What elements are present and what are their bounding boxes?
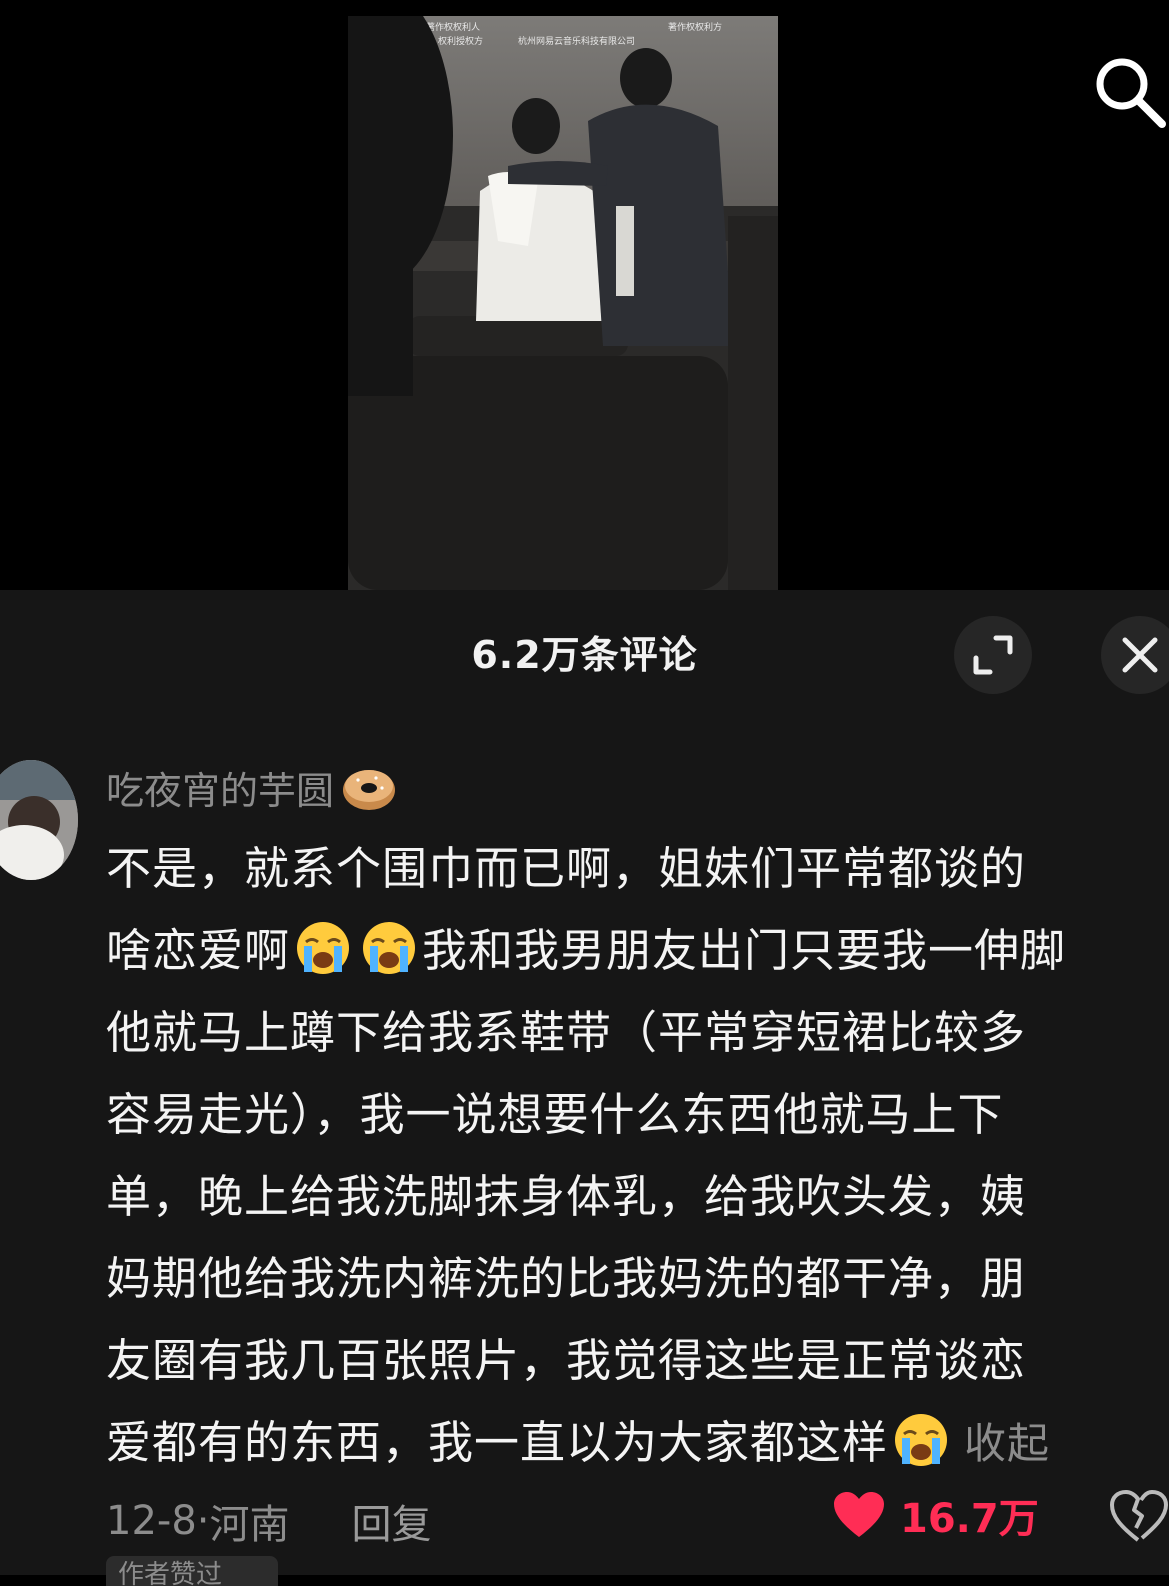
search-icon bbox=[1096, 58, 1166, 128]
comment-line-text: 啥恋爱啊 bbox=[106, 924, 291, 977]
comment-meta: 12-8 · 河南 回复 bbox=[106, 1492, 432, 1550]
heart-filled-icon bbox=[834, 1492, 884, 1537]
video-overlay-text: 权利授权方 bbox=[438, 35, 483, 47]
like-button[interactable]: 16.7万 bbox=[832, 1486, 1039, 1544]
author-liked-badge: 作者赞过 bbox=[106, 1556, 278, 1586]
comments-sheet: 6.2万条评论 吃夜宵的芋圆 不是，就系个围巾而已啊，姐妹们平常都谈的 啥恋爱啊… bbox=[0, 590, 1169, 1586]
search-button[interactable] bbox=[1090, 52, 1169, 132]
comment-line: 爱都有的东西，我一直以为大家都这样 收起 bbox=[106, 1402, 1166, 1485]
username-text: 吃夜宵的芋圆 bbox=[106, 769, 335, 813]
video-overlay-text: 著作权权利人 bbox=[426, 21, 480, 33]
comment-line: 友圈有我几百张照片，我觉得这些是正常谈恋 bbox=[106, 1334, 1027, 1387]
reply-button[interactable]: 回复 bbox=[352, 1492, 432, 1550]
comment-location: 河南 bbox=[209, 1502, 290, 1548]
avatar[interactable] bbox=[0, 760, 78, 880]
comment-line: 不是，就系个围巾而已啊，姐妹们平常都谈的 bbox=[106, 842, 1027, 895]
comment-date: 12-8 bbox=[106, 1498, 197, 1544]
loudly-crying-emoji-icon bbox=[895, 1414, 948, 1466]
dislike-button[interactable] bbox=[1108, 1488, 1168, 1544]
loudly-crying-emoji-icon bbox=[297, 922, 350, 974]
like-count: 16.7万 bbox=[900, 1496, 1039, 1542]
comment-line: 妈期他给我洗内裤洗的比我妈洗的都干净，朋 bbox=[106, 1252, 1027, 1305]
expand-icon bbox=[973, 635, 1013, 675]
comment-line: 他就马上蹲下给我系鞋带（平常穿短裙比较多 bbox=[106, 1006, 1027, 1059]
meta-separator: · bbox=[196, 1498, 210, 1544]
comment-line-text: 爱都有的东西，我一直以为大家都这样 bbox=[106, 1416, 889, 1469]
comment-line: 容易走光），我一说想要什么东西他就马上下 bbox=[106, 1088, 1004, 1141]
avatar-image bbox=[0, 760, 78, 880]
close-button[interactable] bbox=[1101, 616, 1169, 694]
video-still-image: 著作权权利人 权利授权方 杭州网易云音乐科技有限公司 著作权权利方 bbox=[348, 16, 778, 590]
bagel-emoji-icon bbox=[343, 769, 396, 810]
loudly-crying-emoji-icon bbox=[363, 922, 416, 974]
broken-heart-icon bbox=[1110, 1490, 1168, 1542]
comment-line-text: 我和我男朋友出门只要我一伸脚 bbox=[422, 924, 1067, 977]
video-overlay-text: 著作权权利方 bbox=[668, 21, 722, 33]
comment-text: 不是，就系个围巾而已啊，姐妹们平常都谈的 啥恋爱啊 我和我男朋友出门只要我一伸脚… bbox=[106, 828, 1166, 1485]
video-player[interactable]: 著作权权利人 权利授权方 杭州网易云音乐科技有限公司 著作权权利方 bbox=[0, 0, 1169, 590]
close-icon bbox=[1122, 637, 1158, 673]
comment-line: 单，晚上给我洗脚抹身体乳，给我吹头发，姨 bbox=[106, 1170, 1027, 1223]
video-overlay-text: 杭州网易云音乐科技有限公司 bbox=[518, 35, 635, 47]
comment-username[interactable]: 吃夜宵的芋圆 bbox=[106, 760, 398, 815]
expand-button[interactable] bbox=[954, 616, 1032, 694]
comment-line: 啥恋爱啊 我和我男朋友出门只要我一伸脚 bbox=[106, 910, 1166, 992]
collapse-link[interactable]: 收起 bbox=[964, 1419, 1050, 1468]
video-frame[interactable]: 著作权权利人 权利授权方 杭州网易云音乐科技有限公司 著作权权利方 bbox=[348, 16, 778, 590]
